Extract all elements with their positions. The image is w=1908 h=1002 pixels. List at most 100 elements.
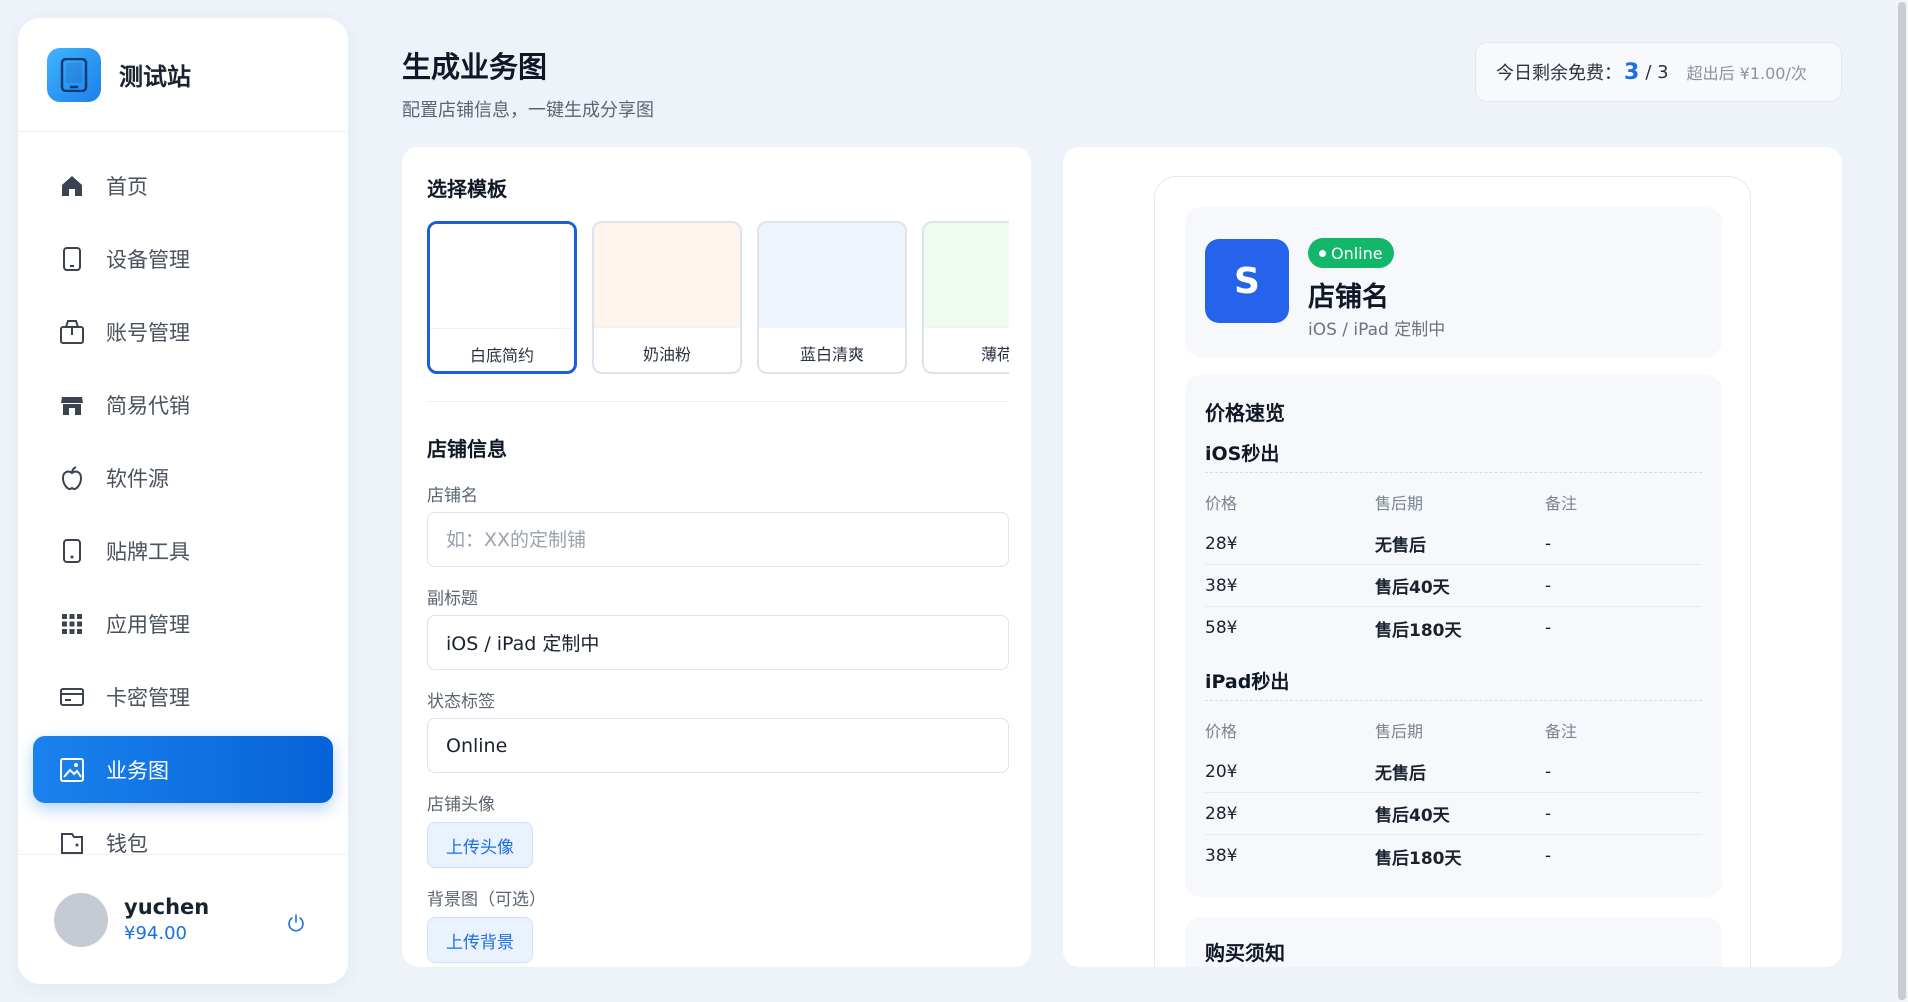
preview-panel: S Online 店铺名 iOS / iPad 定制中 价格速览 iOS秒出 价… bbox=[1063, 147, 1842, 967]
upload-background-button[interactable]: 上传背景 bbox=[427, 917, 533, 963]
template-name: 蓝白清爽 bbox=[759, 327, 905, 365]
sidebar-nav: 首页 设备管理 账号管理 简易代销 软件源 贴牌工具 应用管理 卡密管理 业务图… bbox=[18, 144, 348, 856]
sidebar-item-accounts[interactable]: 账号管理 bbox=[33, 298, 333, 365]
sidebar-item-label: 首页 bbox=[106, 174, 148, 199]
store-icon bbox=[61, 396, 83, 415]
sidebar-item-label: 业务图 bbox=[106, 758, 169, 783]
poster-preview: S Online 店铺名 iOS / iPad 定制中 价格速览 iOS秒出 价… bbox=[1154, 176, 1751, 967]
config-panel: 选择模板 白底简约 奶油粉 蓝白清爽 薄荷 店铺信息 店铺名 副标题 状态标签 … bbox=[402, 147, 1031, 967]
status-tag-input[interactable] bbox=[427, 718, 1009, 773]
box-icon bbox=[60, 319, 84, 344]
grid-icon bbox=[62, 613, 82, 634]
subtitle-label: 副标题 bbox=[427, 589, 478, 609]
divider bbox=[427, 401, 1009, 402]
sidebar-item-software-source[interactable]: 软件源 bbox=[33, 444, 333, 511]
template-option[interactable]: 蓝白清爽 bbox=[757, 221, 907, 374]
subtitle-input[interactable] bbox=[427, 615, 1009, 670]
table-row: 38¥ 售后40天 - bbox=[1205, 565, 1702, 607]
price-cell: 28¥ bbox=[1205, 533, 1238, 554]
store-section-title: 店铺信息 bbox=[427, 437, 507, 461]
warranty-cell: 售后40天 bbox=[1375, 578, 1450, 598]
user-panel: yuchen ¥94.00 bbox=[18, 854, 348, 984]
column-header: 价格 bbox=[1205, 722, 1238, 741]
divider bbox=[1205, 472, 1702, 473]
price-cell: 38¥ bbox=[1205, 846, 1238, 866]
warranty-cell: 售后40天 bbox=[1375, 806, 1450, 826]
purchase-notice-title: 购买须知 bbox=[1205, 941, 1285, 965]
user-name: yuchen bbox=[124, 895, 210, 919]
sidebar-item-business-image[interactable]: 业务图 bbox=[33, 736, 333, 803]
note-cell: - bbox=[1545, 575, 1552, 596]
note-cell: - bbox=[1545, 803, 1552, 824]
template-option[interactable]: 奶油粉 bbox=[592, 221, 742, 374]
sidebar-item-resale[interactable]: 简易代销 bbox=[33, 371, 333, 438]
brand-name: 测试站 bbox=[119, 63, 191, 91]
template-option[interactable]: 薄荷 bbox=[922, 221, 1009, 374]
sidebar-item-cards[interactable]: 卡密管理 bbox=[33, 663, 333, 730]
table-header: 价格 售后期 备注 bbox=[1205, 481, 1702, 523]
price-cell: 28¥ bbox=[1205, 803, 1238, 824]
avatar[interactable] bbox=[54, 892, 108, 947]
table-row: 58¥ 售后180天 - bbox=[1205, 607, 1702, 649]
table-row: 28¥ 无售后 - bbox=[1205, 523, 1702, 565]
sidebar-item-label: 贴牌工具 bbox=[106, 539, 190, 564]
avatar-label: 店铺头像 bbox=[427, 795, 495, 815]
table-row: 20¥ 无售后 - bbox=[1205, 751, 1702, 793]
free-quota-panel: 今日剩余免费： 3 / 3 超出后 ¥1.00/次 bbox=[1475, 42, 1842, 102]
note-cell: - bbox=[1545, 533, 1552, 554]
column-header: 备注 bbox=[1545, 722, 1578, 741]
table-row: 38¥ 售后180天 - bbox=[1205, 835, 1702, 877]
price-group-title: iPad秒出 bbox=[1205, 671, 1290, 693]
purchase-notice: 购买须知 bbox=[1185, 917, 1722, 967]
warranty-cell: 售后180天 bbox=[1375, 848, 1462, 869]
price-overview-title: 价格速览 bbox=[1205, 401, 1285, 425]
device-icon bbox=[63, 246, 81, 271]
price-cell: 20¥ bbox=[1205, 761, 1238, 782]
note-cell: - bbox=[1545, 618, 1552, 638]
home-icon bbox=[62, 175, 82, 196]
price-cell: 38¥ bbox=[1205, 575, 1238, 596]
quota-remaining: 3 bbox=[1624, 59, 1640, 85]
template-name: 白底简约 bbox=[430, 328, 574, 366]
store-name: 店铺名 bbox=[1308, 282, 1389, 313]
page-scrollbar[interactable] bbox=[1896, 0, 1908, 1002]
wallet-icon bbox=[61, 832, 83, 854]
upload-avatar-button[interactable]: 上传头像 bbox=[427, 822, 533, 868]
power-icon[interactable] bbox=[286, 913, 306, 933]
store-name-input[interactable] bbox=[427, 512, 1009, 567]
tablet-logo-icon bbox=[47, 47, 101, 102]
user-info: yuchen ¥94.00 bbox=[124, 895, 209, 944]
sidebar-item-branding-tool[interactable]: 贴牌工具 bbox=[33, 517, 333, 584]
column-header: 售后期 bbox=[1375, 722, 1424, 741]
sidebar: 测试站 首页 设备管理 账号管理 简易代销 软件源 贴牌工具 应用管理 卡密管理… bbox=[18, 18, 348, 984]
column-header: 价格 bbox=[1205, 494, 1238, 513]
template-swatch bbox=[594, 223, 740, 327]
sidebar-item-home[interactable]: 首页 bbox=[33, 152, 333, 219]
background-label: 背景图（可选） bbox=[427, 890, 546, 910]
template-name: 奶油粉 bbox=[594, 327, 740, 365]
scrollbar-thumb[interactable] bbox=[1898, 2, 1906, 1000]
column-header: 备注 bbox=[1545, 494, 1578, 513]
status-badge: Online bbox=[1308, 238, 1394, 268]
store-subtitle: iOS / iPad 定制中 bbox=[1308, 320, 1446, 340]
sidebar-item-devices[interactable]: 设备管理 bbox=[33, 225, 333, 292]
warranty-cell: 无售后 bbox=[1375, 764, 1426, 784]
sidebar-item-label: 账号管理 bbox=[106, 320, 190, 345]
warranty-cell: 无售后 bbox=[1375, 536, 1426, 556]
table-header: 价格 售后期 备注 bbox=[1205, 709, 1702, 751]
quota-total: / 3 bbox=[1645, 61, 1669, 83]
status-badge-label: Online bbox=[1331, 243, 1383, 263]
column-header: 售后期 bbox=[1375, 494, 1424, 513]
page-subtitle: 配置店铺信息，一键生成分享图 bbox=[402, 100, 654, 121]
user-balance: ¥94.00 bbox=[124, 923, 187, 944]
brand[interactable]: 测试站 bbox=[18, 18, 348, 132]
sidebar-item-label: 卡密管理 bbox=[106, 685, 190, 710]
sidebar-item-label: 设备管理 bbox=[106, 247, 190, 272]
price-group-title: iOS秒出 bbox=[1205, 443, 1280, 465]
quota-overage-price: 超出后 ¥1.00/次 bbox=[1686, 64, 1807, 83]
card-icon bbox=[60, 687, 84, 706]
template-option[interactable]: 白底简约 bbox=[427, 221, 577, 374]
sidebar-item-wallet[interactable]: 钱包 bbox=[33, 809, 333, 856]
sidebar-item-apps[interactable]: 应用管理 bbox=[33, 590, 333, 657]
template-swatch bbox=[759, 223, 905, 327]
